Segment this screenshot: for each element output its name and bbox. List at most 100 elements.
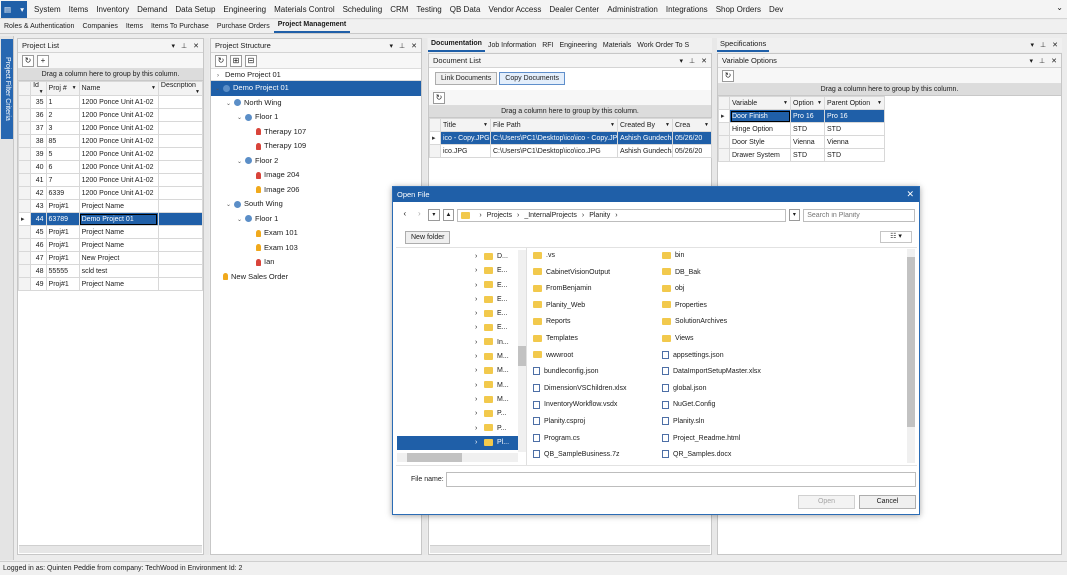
- table-row[interactable]: ▸ Door Finish Pro 16 Pro 16: [718, 109, 885, 123]
- doc-tab[interactable]: Materials: [600, 39, 634, 52]
- add-sibling-icon[interactable]: ⊟: [245, 54, 257, 67]
- menu-item[interactable]: Inventory: [92, 0, 133, 19]
- table-cell[interactable]: 47: [30, 251, 47, 265]
- chevron-down-icon[interactable]: ⌄: [226, 198, 234, 213]
- table-cell[interactable]: Door Finish: [729, 109, 791, 123]
- horizontal-scrollbar[interactable]: [19, 545, 202, 553]
- module-tab[interactable]: Items To Purchase: [147, 20, 213, 33]
- menu-item[interactable]: Dealer Center: [545, 0, 603, 19]
- pin-icon[interactable]: ⊥: [399, 42, 405, 50]
- table-cell[interactable]: 05/26/20: [672, 131, 712, 145]
- table-cell[interactable]: 1200 Ponce Unit A1-02: [78, 147, 159, 161]
- chevron-right-icon[interactable]: ›: [475, 364, 484, 378]
- table-row[interactable]: 35 1 1200 Ponce Unit A1-02: [17, 95, 204, 109]
- nav-tree-item[interactable]: › E...: [475, 321, 511, 335]
- horizontal-scrollbar[interactable]: [397, 453, 518, 462]
- close-icon[interactable]: ✕: [411, 42, 417, 50]
- table-cell[interactable]: [157, 277, 204, 291]
- file-item[interactable]: FromBenjamin: [533, 282, 592, 296]
- table-cell[interactable]: STD: [790, 122, 825, 136]
- tree-node[interactable]: Exam 101: [211, 226, 421, 241]
- table-cell[interactable]: C:\Users\PC1\Desktop\ico\ico - Copy.JPG: [490, 131, 618, 145]
- address-bar[interactable]: › Projects › _InternalProjects › Planity ›: [457, 208, 786, 222]
- filter-icon[interactable]: ▼: [483, 122, 488, 128]
- refresh-icon[interactable]: ↻: [433, 91, 445, 104]
- nav-tree-item[interactable]: › P...: [475, 407, 511, 421]
- table-row[interactable]: 43 Proj#1 Project Name: [17, 199, 204, 213]
- chevron-right-icon[interactable]: ›: [475, 422, 484, 436]
- table-cell[interactable]: [157, 212, 204, 226]
- table-cell[interactable]: 5: [45, 147, 80, 161]
- breadcrumb-item[interactable]: Planity: [589, 212, 610, 219]
- chevron-right-icon[interactable]: ›: [475, 279, 484, 293]
- table-cell[interactable]: [157, 160, 204, 174]
- table-cell[interactable]: STD: [790, 148, 825, 162]
- table-cell[interactable]: Ashish Gundecha: [617, 144, 673, 158]
- column-header[interactable]: Name ▼: [78, 81, 159, 96]
- chevron-right-icon[interactable]: ›: [475, 407, 484, 421]
- doc-tab[interactable]: RFI: [539, 39, 556, 52]
- file-name-input[interactable]: [446, 472, 916, 487]
- nav-tree-item[interactable]: › E...: [475, 264, 511, 278]
- table-row[interactable]: 41 7 1200 Ponce Unit A1-02: [17, 173, 204, 187]
- vertical-scrollbar[interactable]: [518, 250, 526, 452]
- close-icon[interactable]: ✕: [193, 42, 199, 50]
- chevron-down-icon[interactable]: ⌄: [237, 155, 245, 170]
- nav-tree-item[interactable]: › M...: [475, 379, 511, 393]
- file-item[interactable]: InventoryWorkflow.vsdx: [533, 398, 617, 412]
- refresh-icon[interactable]: ↻: [215, 54, 227, 67]
- filter-icon[interactable]: ▼: [665, 122, 670, 128]
- nav-tree-item[interactable]: › E...: [475, 279, 511, 293]
- nav-tree-item[interactable]: › M...: [475, 364, 511, 378]
- chevron-right-icon[interactable]: ›: [475, 321, 484, 335]
- table-row[interactable]: ▸ ico - Copy.JPG C:\Users\PC1\Desktop\ico\…: [429, 131, 712, 145]
- table-cell[interactable]: Vienna: [824, 135, 885, 149]
- chevron-right-icon[interactable]: ›: [475, 379, 484, 393]
- structure-header[interactable]: › Demo Project 01: [211, 69, 421, 81]
- table-cell[interactable]: 1200 Ponce Unit A1-02: [78, 186, 159, 200]
- table-row[interactable]: Hinge Option STD STD: [718, 122, 885, 136]
- table-cell[interactable]: [157, 186, 204, 200]
- chevron-right-icon[interactable]: ›: [475, 436, 484, 450]
- tree-node[interactable]: Therapy 109: [211, 139, 421, 154]
- table-cell[interactable]: 3: [45, 121, 80, 135]
- up-icon[interactable]: ▲: [442, 209, 455, 221]
- filter-icon[interactable]: ▼: [704, 122, 709, 128]
- chevron-down-icon[interactable]: ⌄: [215, 82, 223, 97]
- table-row[interactable]: 40 6 1200 Ponce Unit A1-02: [17, 160, 204, 174]
- file-item[interactable]: Views: [662, 332, 694, 346]
- filter-icon[interactable]: ▼: [195, 89, 200, 95]
- table-cell[interactable]: 41: [30, 173, 47, 187]
- cancel-button[interactable]: Cancel: [859, 495, 916, 509]
- file-item[interactable]: Planity.csproj: [533, 415, 585, 429]
- table-cell[interactable]: scld test: [78, 264, 159, 278]
- chevron-right-icon[interactable]: ›: [475, 250, 484, 264]
- table-row[interactable]: ico.JPG C:\Users\PC1\Desktop\ico\ico.JPG A…: [429, 144, 712, 158]
- file-item[interactable]: .vs: [533, 249, 555, 263]
- back-icon[interactable]: ‹: [399, 209, 411, 221]
- table-cell[interactable]: [157, 199, 204, 213]
- file-item[interactable]: Planity.sln: [662, 415, 704, 429]
- add-icon[interactable]: +: [37, 54, 49, 67]
- close-icon[interactable]: ✕: [906, 187, 919, 202]
- refresh-icon[interactable]: ↻: [22, 54, 34, 67]
- recent-dropdown-icon[interactable]: ▾: [428, 209, 440, 221]
- table-cell[interactable]: Proj#1: [45, 238, 80, 252]
- splitter[interactable]: [204, 38, 209, 555]
- tree-node[interactable]: ⌄ Floor 1: [211, 110, 421, 125]
- dropdown-icon[interactable]: ▾: [1031, 39, 1035, 52]
- table-row[interactable]: 46 Proj#1 Project Name: [17, 238, 204, 252]
- dropdown-icon[interactable]: ▾: [390, 42, 394, 50]
- menu-item[interactable]: Dev: [765, 0, 787, 19]
- table-cell[interactable]: [157, 134, 204, 148]
- table-cell[interactable]: [157, 121, 204, 135]
- close-icon[interactable]: ✕: [701, 57, 707, 65]
- chevron-down-icon[interactable]: ⌄: [237, 213, 245, 228]
- table-cell[interactable]: 49: [30, 277, 47, 291]
- column-header[interactable]: Title ▼: [440, 118, 491, 132]
- file-item[interactable]: QR_Samples.docx: [662, 448, 731, 462]
- file-item[interactable]: NuGet.Config: [662, 398, 715, 412]
- table-cell[interactable]: Proj#1: [45, 251, 80, 265]
- nav-tree-item[interactable]: › M...: [475, 350, 511, 364]
- table-cell[interactable]: 36: [30, 108, 47, 122]
